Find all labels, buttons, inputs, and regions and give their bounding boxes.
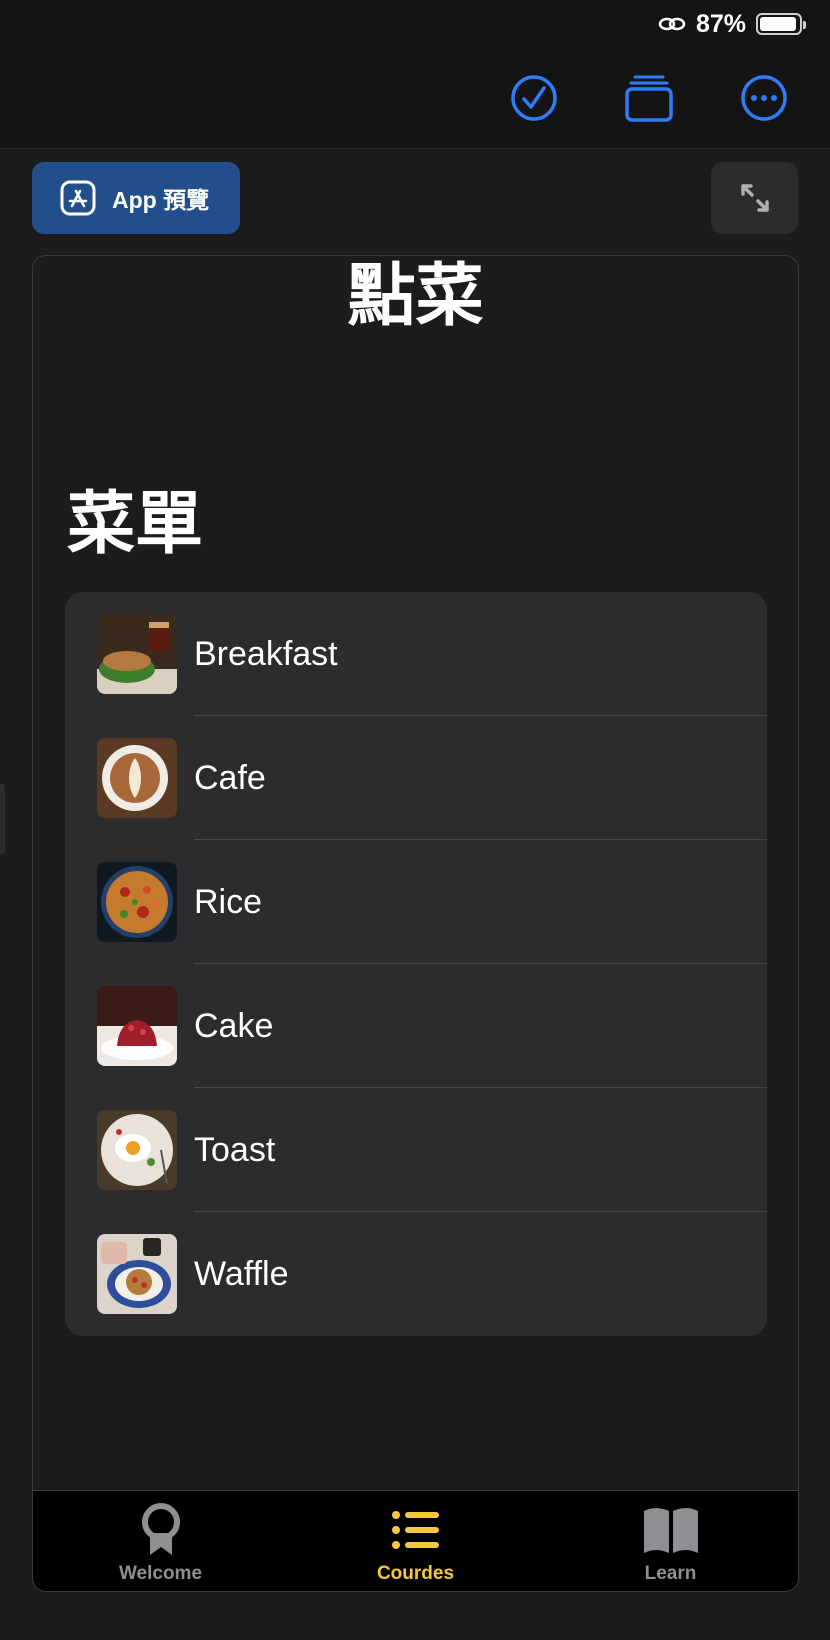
list-item-label: Waffle — [194, 1255, 289, 1293]
menu-list: Breakfast Cafe Rice Cake Toast Waffle — [65, 592, 767, 1336]
link-icon — [658, 17, 686, 31]
battery-percent: 87% — [695, 9, 746, 38]
breakfast-thumbnail — [97, 614, 177, 694]
app-store-icon — [60, 180, 96, 216]
tab-welcome[interactable]: Welcome — [33, 1491, 288, 1591]
checkmark-circle-icon[interactable] — [510, 74, 558, 122]
top-toolbar: 87% — [0, 0, 830, 149]
expand-button[interactable] — [711, 162, 798, 234]
cafe-thumbnail — [97, 738, 177, 818]
list-item-toast[interactable]: Toast — [65, 1088, 767, 1212]
side-handle[interactable] — [0, 784, 5, 854]
list-item-label: Cafe — [194, 759, 266, 797]
rice-thumbnail — [97, 862, 177, 942]
tab-courdes[interactable]: Courdes — [288, 1491, 543, 1591]
list-item-waffle[interactable]: Waffle — [65, 1212, 767, 1336]
tab-learn[interactable]: Learn — [543, 1491, 798, 1591]
list-item-label: Cake — [194, 1007, 274, 1045]
book-icon — [643, 1508, 698, 1553]
list-item-rice[interactable]: Rice — [65, 840, 767, 964]
app-preview-button[interactable]: App 預覽 — [32, 162, 240, 234]
list-icon — [391, 1511, 439, 1549]
list-item-cafe[interactable]: Cafe — [65, 716, 767, 840]
expand-arrows-icon — [740, 184, 769, 212]
list-item-cake[interactable]: Cake — [65, 964, 767, 1088]
more-circle-icon[interactable] — [740, 74, 788, 122]
large-title: 菜單 — [67, 486, 204, 562]
stack-icon[interactable] — [625, 74, 673, 122]
tab-bar: Welcome Courdes Learn — [33, 1490, 798, 1591]
award-ribbon-icon — [141, 1503, 180, 1555]
tab-label: Welcome — [118, 1563, 203, 1584]
list-item-label: Toast — [194, 1131, 276, 1169]
toast-thumbnail — [97, 1110, 177, 1190]
nav-title: 點菜 — [347, 258, 484, 334]
tab-label: Learn — [644, 1563, 697, 1584]
app-preview-label: App 預覽 — [112, 187, 210, 213]
list-item-label: Breakfast — [194, 635, 338, 673]
list-item-breakfast[interactable]: Breakfast — [65, 592, 767, 716]
list-item-label: Rice — [194, 883, 263, 921]
battery-icon — [756, 13, 806, 35]
waffle-thumbnail — [97, 1234, 177, 1314]
tab-label: Courdes — [376, 1563, 455, 1584]
app-preview-frame: 點菜 菜單 Breakfast Cafe Rice Cake Toast Waf… — [32, 255, 799, 1592]
status-bar: 87% — [658, 8, 806, 40]
cake-thumbnail — [97, 986, 177, 1066]
